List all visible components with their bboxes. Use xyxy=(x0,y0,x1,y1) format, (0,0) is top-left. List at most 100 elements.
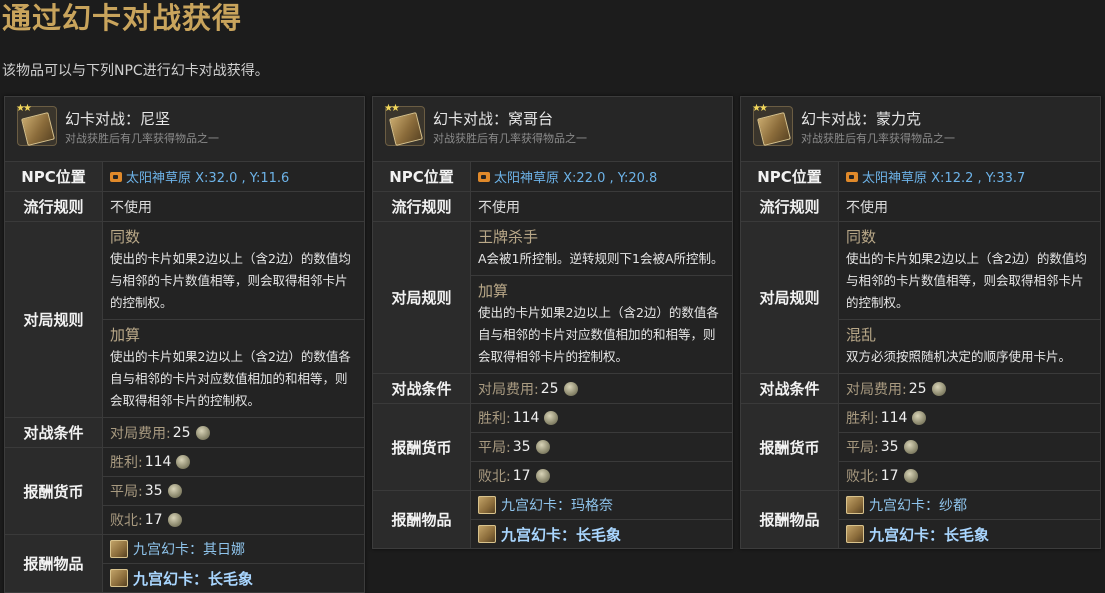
label-match-rules: 对局规则 xyxy=(5,222,103,417)
npc-card-nijian: ★★ 幻卡对战：尼坚 对战获胜后有几率获得物品之一 NPC位置 太阳神草原 X:… xyxy=(4,96,365,593)
npc-location-link[interactable]: 太阳神草原 X:12.2 , Y:33.7 xyxy=(862,167,1025,186)
card-item-icon xyxy=(846,525,864,543)
card-item-icon xyxy=(110,540,128,558)
rule-item: 同数 使出的卡片如果2边以上（含2边）的数值均与相邻的卡片数值相等，则会取得相邻… xyxy=(103,222,364,320)
mgp-coin-icon xyxy=(176,455,191,469)
map-marker-icon xyxy=(846,171,858,182)
mgp-coin-icon xyxy=(167,484,182,498)
trend-rule-value: 不使用 xyxy=(839,192,1100,221)
card-item-icon xyxy=(846,496,864,514)
label-conditions: 对战条件 xyxy=(5,418,103,447)
npc-location-link[interactable]: 太阳神草原 X:32.0 , Y:11.6 xyxy=(126,167,289,186)
label-reward-currency: 报酬货币 xyxy=(373,404,471,490)
label-trend-rule: 流行规则 xyxy=(741,192,839,221)
mgp-coin-icon xyxy=(903,469,918,483)
fee-value: 25 xyxy=(908,380,927,397)
label-npc-location: NPC位置 xyxy=(741,162,839,191)
rule-desc: 使出的卡片如果2边以上（含2边）的数值各自与相邻的卡片对应数值相加的和相等，则会… xyxy=(110,349,351,408)
card-subtitle: 对战获胜后有几率获得物品之一 xyxy=(433,132,587,145)
rule-item: 加算 使出的卡片如果2边以上（含2边）的数值各自与相邻的卡片对应数值相加的和相等… xyxy=(103,320,364,417)
win-label: 胜利: xyxy=(846,411,879,427)
card-subtitle: 对战获胜后有几率获得物品之一 xyxy=(65,132,219,145)
card-item-icon xyxy=(110,569,128,587)
reward-item-link[interactable]: 九宫幻卡：其日娜 xyxy=(133,539,245,559)
intro-text: 该物品可以与下列NPC进行幻卡对战获得。 xyxy=(2,63,269,79)
trend-rule-value: 不使用 xyxy=(103,192,364,221)
label-conditions: 对战条件 xyxy=(741,374,839,403)
reward-item-link[interactable]: 九宫幻卡：玛格奈 xyxy=(501,495,613,515)
mgp-coin-icon xyxy=(535,440,550,454)
rule-desc: 双方必须按照随机决定的顺序使用卡片。 xyxy=(846,349,1072,364)
label-reward-items: 报酬物品 xyxy=(5,535,103,592)
draw-label: 平局: xyxy=(110,484,143,500)
card-title: 幻卡对战：尼坚 xyxy=(65,110,171,128)
page-title: 通过幻卡对战获得 xyxy=(2,1,243,35)
label-trend-rule: 流行规则 xyxy=(373,192,471,221)
rule-name: 王牌杀手 xyxy=(478,228,539,246)
label-reward-items: 报酬物品 xyxy=(373,491,471,548)
win-value: 114 xyxy=(144,454,172,470)
triple-triad-card-icon: ★★ xyxy=(384,103,425,146)
card-item-icon xyxy=(478,525,496,543)
fee-value: 25 xyxy=(172,424,191,441)
draw-label: 平局: xyxy=(478,440,511,456)
card-subtitle: 对战获胜后有几率获得物品之一 xyxy=(801,132,955,145)
rule-name: 加算 xyxy=(110,326,141,344)
label-reward-currency: 报酬货币 xyxy=(5,448,103,534)
card-title: 幻卡对战：窝哥台 xyxy=(433,110,554,128)
npc-card-wogetai: ★★ 幻卡对战：窝哥台 对战获胜后有几率获得物品之一 NPC位置 太阳神草原 X… xyxy=(372,96,733,549)
draw-value: 35 xyxy=(512,439,531,455)
card-item-icon xyxy=(478,496,496,514)
win-value: 114 xyxy=(512,410,540,426)
map-marker-icon xyxy=(110,171,122,182)
reward-item-link[interactable]: 九宫幻卡：长毛象 xyxy=(869,524,989,545)
lose-value: 17 xyxy=(512,468,531,484)
win-value: 114 xyxy=(880,410,908,426)
fee-label: 对局费用: xyxy=(110,425,171,442)
triple-triad-card-icon: ★★ xyxy=(16,103,57,146)
rule-name: 混乱 xyxy=(846,326,877,344)
npc-location-link[interactable]: 太阳神草原 X:22.0 , Y:20.8 xyxy=(494,167,657,186)
triple-triad-card-icon: ★★ xyxy=(752,103,793,146)
reward-item-link[interactable]: 九宫幻卡：长毛象 xyxy=(133,568,253,589)
label-conditions: 对战条件 xyxy=(373,374,471,403)
npc-card-menglike: ★★ 幻卡对战：蒙力克 对战获胜后有几率获得物品之一 NPC位置 太阳神草原 X… xyxy=(740,96,1101,549)
win-label: 胜利: xyxy=(478,411,511,427)
lose-label: 败北: xyxy=(110,513,143,529)
rule-desc: 使出的卡片如果2边以上（含2边）的数值均与相邻的卡片数值相等，则会取得相邻卡片的… xyxy=(110,251,351,310)
mgp-coin-icon xyxy=(903,440,918,454)
draw-value: 35 xyxy=(880,439,899,455)
win-label: 胜利: xyxy=(110,455,143,471)
rule-item: 加算 使出的卡片如果2边以上（含2边）的数值各自与相邻的卡片对应数值相加的和相等… xyxy=(471,276,732,373)
mgp-coin-icon xyxy=(912,411,927,425)
rule-desc: A会被1所控制。逆转规则下1会被A所控制。 xyxy=(478,251,724,266)
map-marker-icon xyxy=(478,171,490,182)
fee-value: 25 xyxy=(540,380,559,397)
rule-name: 加算 xyxy=(478,282,509,300)
mgp-coin-icon xyxy=(544,411,559,425)
card-header: ★★ 幻卡对战：蒙力克 对战获胜后有几率获得物品之一 xyxy=(741,97,1100,162)
label-reward-currency: 报酬货币 xyxy=(741,404,839,490)
rule-item: 王牌杀手 A会被1所控制。逆转规则下1会被A所控制。 xyxy=(471,222,732,276)
rule-desc: 使出的卡片如果2边以上（含2边）的数值均与相邻的卡片数值相等，则会取得相邻卡片的… xyxy=(846,251,1087,310)
lose-label: 败北: xyxy=(846,469,879,485)
rule-desc: 使出的卡片如果2边以上（含2边）的数值各自与相邻的卡片对应数值相加的和相等，则会… xyxy=(478,305,719,364)
reward-item-link[interactable]: 九宫幻卡：长毛象 xyxy=(501,524,621,545)
mgp-coin-icon xyxy=(167,513,182,527)
label-trend-rule: 流行规则 xyxy=(5,192,103,221)
reward-item-link[interactable]: 九宫幻卡：纱都 xyxy=(869,495,967,515)
draw-label: 平局: xyxy=(846,440,879,456)
trend-rule-value: 不使用 xyxy=(471,192,732,221)
mgp-coin-icon xyxy=(563,381,578,396)
mgp-coin-icon xyxy=(195,425,210,440)
lose-label: 败北: xyxy=(478,469,511,485)
label-reward-items: 报酬物品 xyxy=(741,491,839,548)
fee-label: 对局费用: xyxy=(478,381,539,398)
label-npc-location: NPC位置 xyxy=(373,162,471,191)
rule-item: 同数 使出的卡片如果2边以上（含2边）的数值均与相邻的卡片数值相等，则会取得相邻… xyxy=(839,222,1100,320)
mgp-coin-icon xyxy=(535,469,550,483)
draw-value: 35 xyxy=(144,483,163,499)
rule-name: 同数 xyxy=(110,228,141,246)
label-match-rules: 对局规则 xyxy=(741,222,839,373)
label-match-rules: 对局规则 xyxy=(373,222,471,373)
